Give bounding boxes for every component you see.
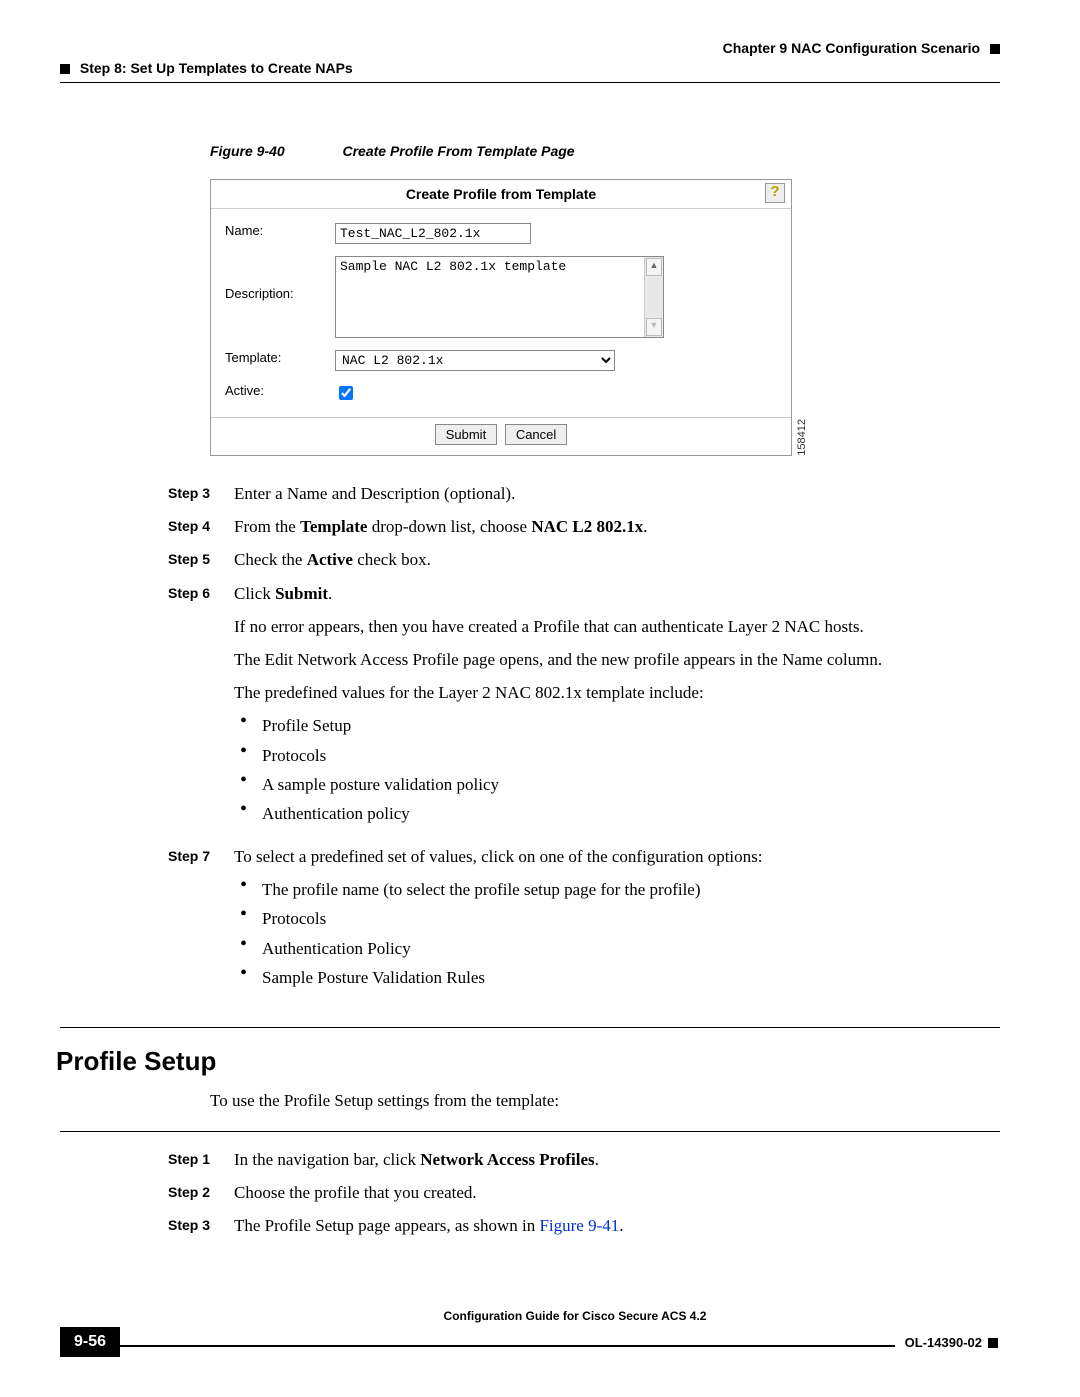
footer-page-number: 9-56 [60,1327,120,1357]
list-item: The profile name (to select the profile … [262,876,1000,903]
description-textarea-wrap: Sample NAC L2 802.1x template ▲ ▼ [335,256,664,338]
panel-buttons: Submit Cancel [211,417,791,455]
description-label: Description: [225,256,335,301]
header-step: Step 8: Set Up Templates to Create NAPs [60,60,1000,76]
step-4-label: Step 4 [60,513,234,540]
cancel-button[interactable]: Cancel [505,424,567,445]
ps-step-3-label: Step 3 [60,1212,234,1239]
step-7-body: To select a predefined set of values, cl… [234,843,1000,1001]
scroll-down-icon[interactable]: ▼ [646,318,662,336]
ps-step-2-label: Step 2 [60,1179,234,1206]
figure-label: Figure 9-40 [210,143,285,159]
figure-caption: Figure 9-40 Create Profile From Template… [210,143,1000,159]
panel-title-text: Create Profile from Template [406,186,596,202]
active-checkbox[interactable] [339,386,353,400]
textarea-scrollbar[interactable]: ▲ ▼ [644,257,663,337]
name-label: Name: [225,223,335,238]
section-rule-2 [60,1131,1000,1132]
template-label: Template: [225,350,335,365]
header-chapter-text: Chapter 9 NAC Configuration Scenario [723,40,980,56]
ps-step-2-body: Choose the profile that you created. [234,1179,1000,1206]
footer-doc-id: OL-14390-02 [905,1335,1000,1350]
figure-link[interactable]: Figure 9-41 [539,1216,619,1235]
description-textarea[interactable]: Sample NAC L2 802.1x template [336,257,644,337]
section-rule [60,1027,1000,1028]
figure-panel: Create Profile from Template ? Name: Des… [210,179,792,456]
step-3-label: Step 3 [60,480,234,507]
step-3-body: Enter a Name and Description (optional). [234,480,1000,507]
page-footer: Configuration Guide for Cisco Secure ACS… [60,1309,1000,1357]
footer-marker [988,1338,998,1348]
list-item: Protocols [262,905,1000,932]
step-5-label: Step 5 [60,546,234,573]
list-item: Sample Posture Validation Rules [262,964,1000,991]
header-step-text: Step 8: Set Up Templates to Create NAPs [80,60,353,76]
profile-setup-intro: To use the Profile Setup settings from t… [210,1091,1000,1111]
template-select[interactable]: NAC L2 802.1x [335,350,615,371]
list-item: Authentication policy [262,800,1000,827]
list-item: Authentication Policy [262,935,1000,962]
profile-setup-heading: Profile Setup [56,1046,1000,1077]
ps-step-1-label: Step 1 [60,1146,234,1173]
scroll-up-icon[interactable]: ▲ [646,258,662,276]
figure-wrap: Create Profile from Template ? Name: Des… [210,179,1000,456]
figure-id: 158412 [796,417,808,456]
step-7-label: Step 7 [60,843,234,1001]
step-6-label: Step 6 [60,580,234,838]
ps-step-1-body: In the navigation bar, click Network Acc… [234,1146,1000,1173]
list-item: A sample posture validation policy [262,771,1000,798]
step-4-body: From the Template drop-down list, choose… [234,513,1000,540]
active-label: Active: [225,383,335,398]
submit-button[interactable]: Submit [435,424,497,445]
figure-title: Create Profile From Template Page [342,143,574,159]
ps-step-3-body: The Profile Setup page appears, as shown… [234,1212,1000,1239]
name-input[interactable] [335,223,531,244]
panel-title: Create Profile from Template ? [211,180,791,209]
header-chapter: Chapter 9 NAC Configuration Scenario [60,40,1000,56]
header-marker-right [990,44,1000,54]
list-item: Protocols [262,742,1000,769]
help-icon[interactable]: ? [765,183,785,203]
header-rule [60,82,1000,83]
step-6-body: Click Submit. If no error appears, then … [234,580,1000,838]
step-5-body: Check the Active check box. [234,546,1000,573]
list-item: Profile Setup [262,712,1000,739]
footer-guide-title: Configuration Guide for Cisco Secure ACS… [150,1309,1000,1323]
header-marker-left [60,64,70,74]
